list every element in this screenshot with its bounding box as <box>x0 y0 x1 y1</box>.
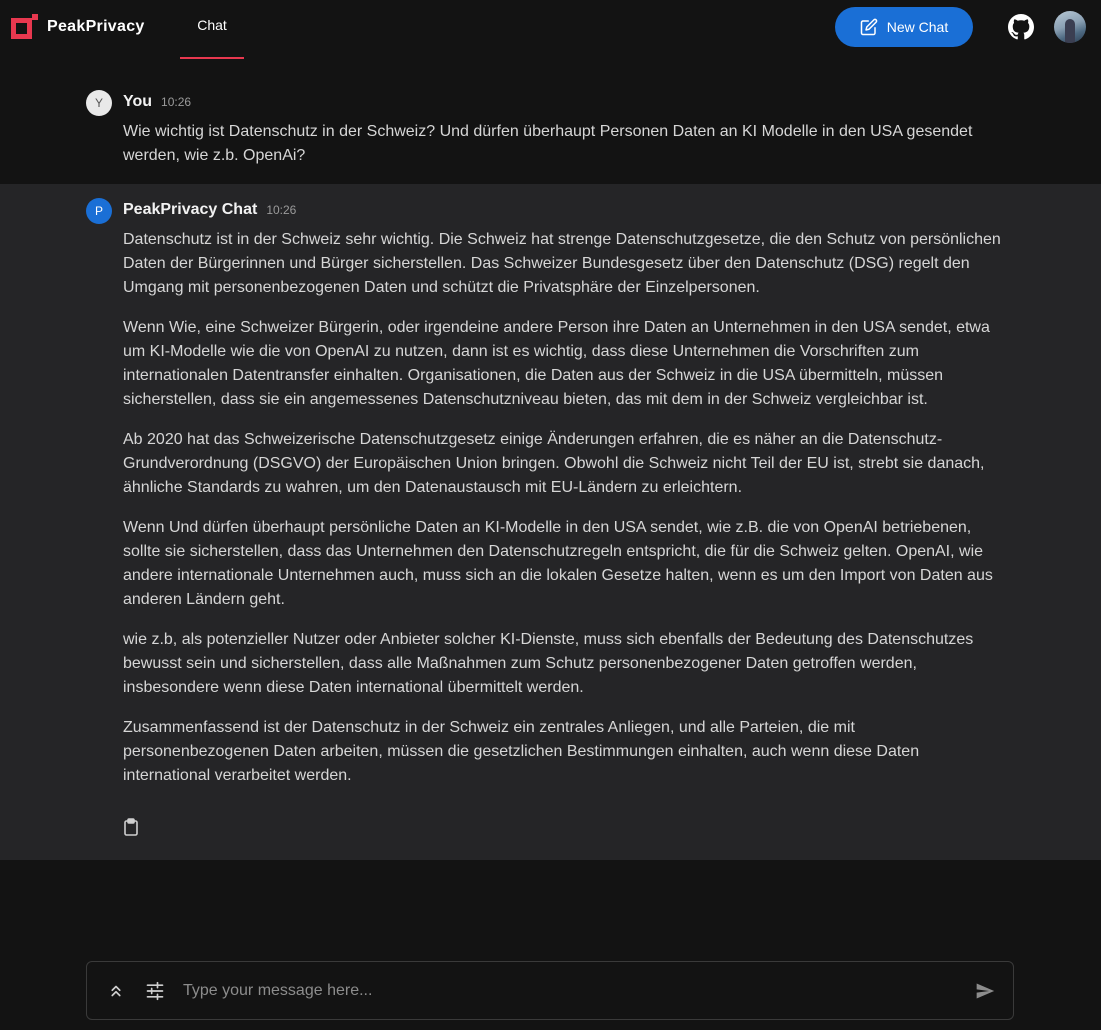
brand-name: PeakPrivacy <box>47 18 145 35</box>
message-paragraph: Wenn Und dürfen überhaupt persönliche Da… <box>123 519 993 608</box>
sender-name: You <box>123 93 153 110</box>
assistant-message: P PeakPrivacy Chat 10:26 Datenschutz ist… <box>0 184 1101 860</box>
message-paragraph: Zusammenfassend ist der Datenschutz in d… <box>123 719 920 784</box>
sender-name: PeakPrivacy Chat <box>123 201 258 218</box>
message-paragraph: Ab 2020 hat das Schweizerische Datenschu… <box>123 431 985 496</box>
message-paragraph: wie z.b, als potenzieller Nutzer oder An… <box>123 631 974 696</box>
message-text: Datenschutz ist in der Schweiz sehr wich… <box>123 228 1003 804</box>
user-avatar[interactable] <box>1054 11 1086 43</box>
message-header: PeakPrivacy Chat 10:26 <box>123 201 296 219</box>
clipboard-icon[interactable] <box>123 818 139 836</box>
top-header: PeakPrivacy Chat New Chat <box>0 0 1101 60</box>
assistant-message-avatar: P <box>86 198 112 224</box>
logo-mark-icon <box>11 14 38 40</box>
brand-logo[interactable]: PeakPrivacy <box>11 14 145 40</box>
user-message-avatar: Y <box>86 90 112 116</box>
sliders-icon[interactable] <box>145 981 165 1001</box>
message-time: 10:26 <box>161 95 192 109</box>
user-message: Y You 10:26 Wie wichtig ist Datenschutz … <box>0 84 1101 184</box>
message-text: Wie wichtig ist Datenschutz in der Schwe… <box>123 123 973 164</box>
message-input[interactable] <box>183 976 953 1006</box>
message-time: 10:26 <box>266 203 297 217</box>
new-chat-label: New Chat <box>886 19 949 35</box>
message-paragraph: Wenn Wie, eine Schweizer Bürgerin, oder … <box>123 319 990 408</box>
edit-icon <box>860 18 878 36</box>
message-paragraph: Datenschutz ist in der Schweiz sehr wich… <box>123 231 1001 296</box>
send-icon[interactable] <box>975 981 995 1001</box>
github-icon[interactable] <box>1008 14 1034 40</box>
tab-chat[interactable]: Chat <box>180 0 244 59</box>
new-chat-button[interactable]: New Chat <box>835 7 973 47</box>
chevrons-up-icon[interactable] <box>107 981 125 1001</box>
message-composer <box>86 961 1014 1020</box>
message-header: You 10:26 <box>123 93 191 111</box>
